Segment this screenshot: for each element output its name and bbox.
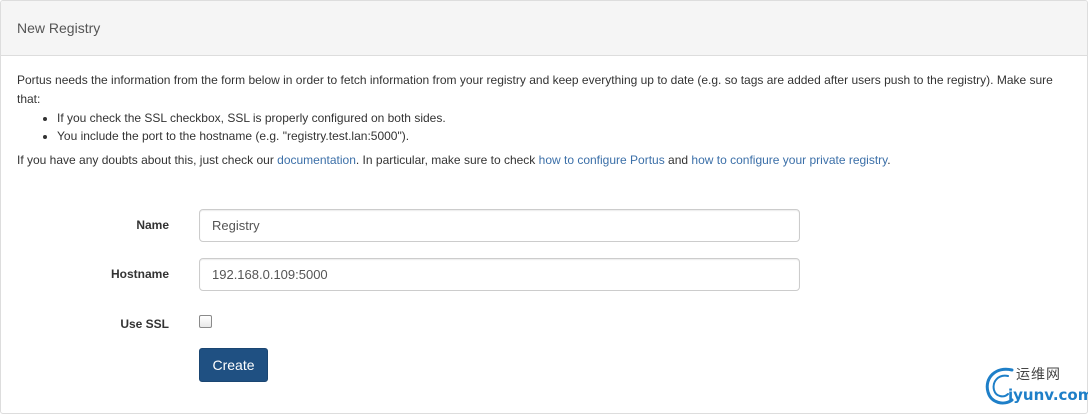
create-button[interactable]: Create [199,348,268,382]
doubts-and: and [664,153,692,167]
name-label: Name [136,218,169,232]
doubts-prefix: If you have any doubts about this, just … [17,153,278,167]
hostname-input[interactable] [199,258,800,291]
panel-heading: New Registry [1,1,1087,56]
doubts-middle: . In particular, make sure to check [355,153,539,167]
hostname-label: Hostname [110,267,169,281]
intro-text: Portus needs the information from the fo… [17,73,1053,106]
doubts-text: If you have any doubts about this, just … [17,151,1071,170]
ssl-label: Use SSL [120,317,169,331]
watermark: 运维网 iyunv.com [982,362,1088,410]
requirement-ssl: If you check the SSL checkbox, SSL is pr… [57,109,1071,127]
watermark-url-text: iyunv.com [1008,386,1088,404]
requirements-list: If you check the SSL checkbox, SSL is pr… [17,109,1071,145]
configure-portus-link[interactable]: how to configure Portus [539,153,665,167]
new-registry-panel: New Registry Portus needs the informatio… [0,0,1088,414]
panel-title: New Registry [17,20,101,36]
use-ssl-checkbox[interactable] [199,315,212,328]
documentation-link[interactable]: documentation [277,153,356,167]
doubts-suffix: . [887,153,891,167]
watermark-cn-text: 运维网 [1016,367,1061,383]
name-input[interactable] [199,209,800,242]
configure-registry-link[interactable]: how to configure your private registry [691,153,887,167]
requirement-port: You include the port to the hostname (e.… [57,127,1071,145]
panel-body: Portus needs the information from the fo… [1,56,1087,170]
